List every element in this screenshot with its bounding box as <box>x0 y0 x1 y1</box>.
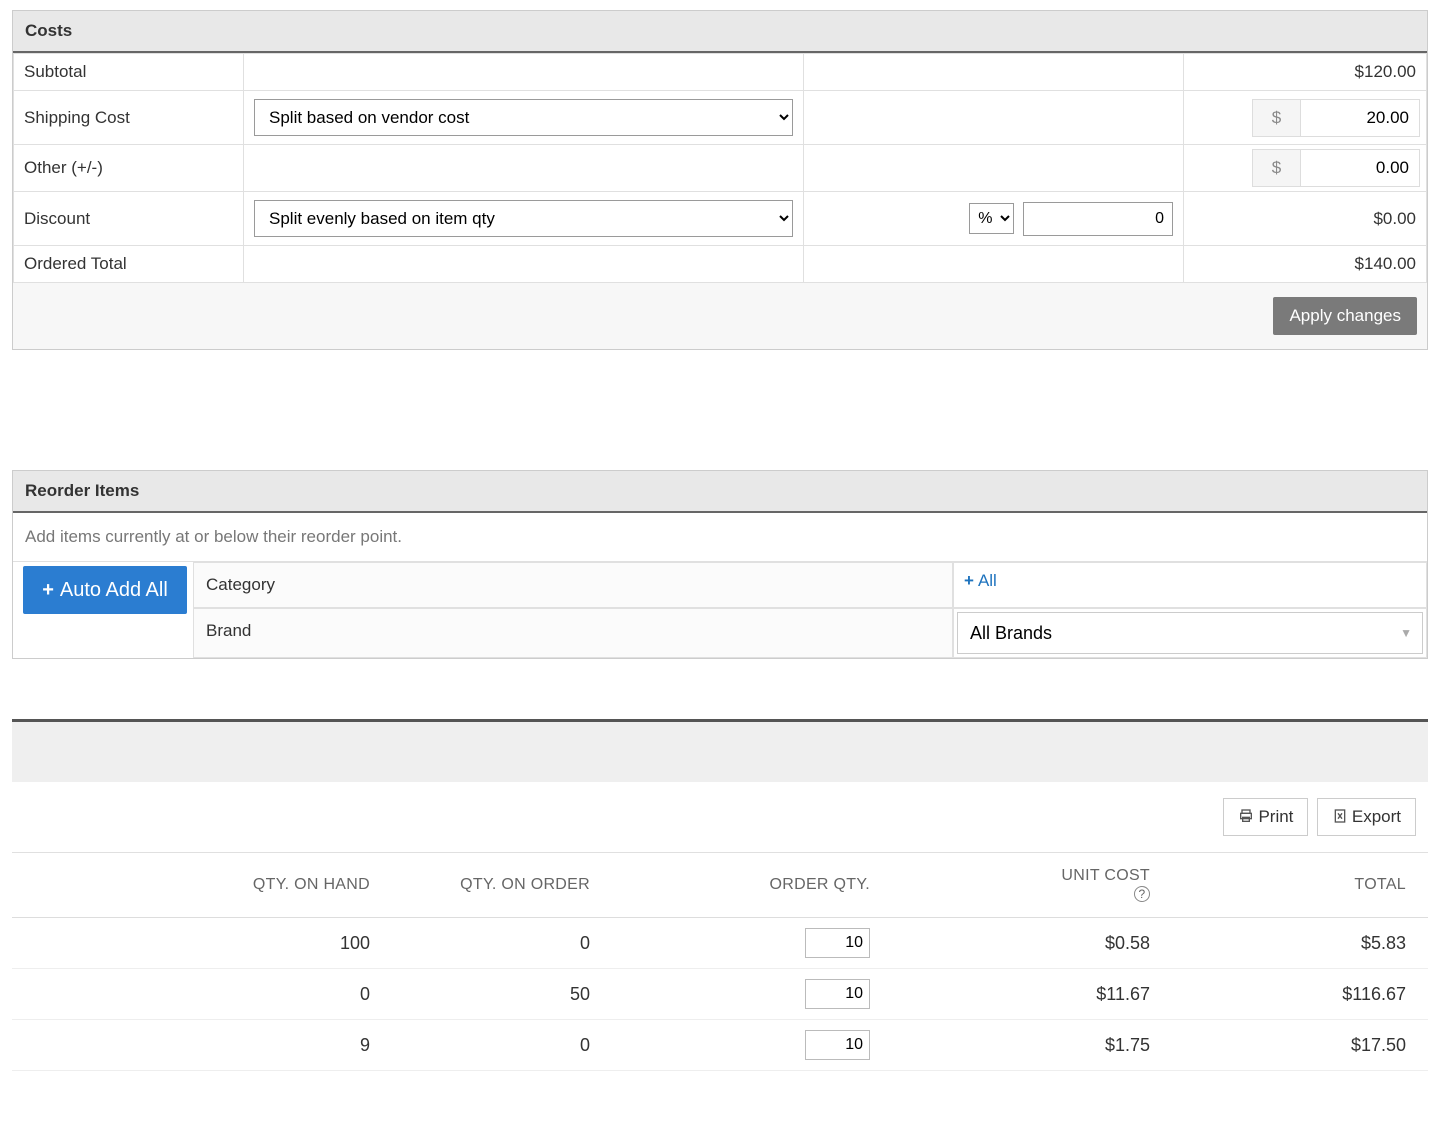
reorder-panel: Reorder Items Add items currently at or … <box>12 470 1428 659</box>
shipping-method-select[interactable]: Split based on vendor cost <box>254 99 793 136</box>
qty-on-order-cell: 0 <box>392 918 612 969</box>
total-cell: $5.83 <box>1172 918 1428 969</box>
unit-cost-cell: $1.75 <box>892 1020 1172 1071</box>
shipping-cost-input[interactable] <box>1300 99 1420 137</box>
table-row: 90 $1.75$17.50 <box>12 1020 1428 1071</box>
order-qty-cell <box>612 1020 892 1071</box>
unit-cost-cell: $0.58 <box>892 918 1172 969</box>
help-icon[interactable]: ? <box>1134 886 1150 902</box>
discount-unit-select[interactable]: % <box>969 203 1014 234</box>
discount-method-select[interactable]: Split evenly based on item qty <box>254 200 793 237</box>
items-table: QTY. ON HAND QTY. ON ORDER ORDER QTY. UN… <box>12 853 1428 1071</box>
apply-row: Apply changes <box>13 283 1427 349</box>
discount-row: Discount Split evenly based on item qty … <box>14 192 1427 246</box>
ordered-total-label: Ordered Total <box>14 246 244 283</box>
discount-amount-input[interactable] <box>1023 202 1173 236</box>
brand-select[interactable]: All Brands <box>957 612 1423 654</box>
table-row: 050 $11.67$116.67 <box>12 969 1428 1020</box>
col-total: TOTAL <box>1172 853 1428 918</box>
other-cost-input[interactable] <box>1300 149 1420 187</box>
discount-value: $0.00 <box>1184 192 1427 246</box>
category-all-text: All <box>978 571 997 590</box>
qty-on-hand-cell: 9 <box>12 1020 392 1071</box>
costs-panel: Costs Subtotal $120.00 Shipping Cost Spl… <box>12 10 1428 350</box>
currency-symbol: $ <box>1252 99 1300 137</box>
order-qty-cell <box>612 918 892 969</box>
auto-add-all-label: Auto Add All <box>60 579 168 602</box>
qty-on-order-cell: 0 <box>392 1020 612 1071</box>
unit-cost-cell: $11.67 <box>892 969 1172 1020</box>
qty-on-order-cell: 50 <box>392 969 612 1020</box>
print-button[interactable]: Print <box>1223 798 1308 836</box>
export-icon <box>1332 808 1348 824</box>
col-unit-cost: UNIT COST ? <box>892 853 1172 918</box>
reorder-header: Reorder Items <box>13 471 1427 513</box>
auto-add-all-button[interactable]: + Auto Add All <box>23 566 187 614</box>
category-all-link[interactable]: +All <box>964 571 997 590</box>
shipping-label: Shipping Cost <box>14 91 244 145</box>
export-label: Export <box>1352 807 1401 826</box>
toolbar-row: Print Export <box>12 782 1428 853</box>
col-qty-on-order: QTY. ON ORDER <box>392 853 612 918</box>
export-button[interactable]: Export <box>1317 798 1416 836</box>
other-label: Other (+/-) <box>14 145 244 192</box>
subtotal-value: $120.00 <box>1184 54 1427 91</box>
shipping-row: Shipping Cost Split based on vendor cost… <box>14 91 1427 145</box>
col-order-qty: ORDER QTY. <box>612 853 892 918</box>
plus-icon: + <box>964 571 974 590</box>
category-label: Category <box>193 562 953 608</box>
plus-icon: + <box>42 579 54 602</box>
reorder-hint: Add items currently at or below their re… <box>13 513 1427 562</box>
table-row: 1000 $0.58$5.83 <box>12 918 1428 969</box>
toolbar-gap <box>12 722 1428 782</box>
subtotal-label: Subtotal <box>14 54 244 91</box>
costs-table: Subtotal $120.00 Shipping Cost Split bas… <box>13 53 1427 283</box>
col-qty-on-hand: QTY. ON HAND <box>12 853 392 918</box>
order-qty-input[interactable] <box>805 979 870 1009</box>
apply-changes-button[interactable]: Apply changes <box>1273 297 1417 335</box>
brand-label: Brand <box>193 608 953 658</box>
print-label: Print <box>1258 807 1293 826</box>
reorder-grid: Category +All +Auto Add All Brand All Br… <box>13 562 1427 658</box>
currency-symbol: $ <box>1252 149 1300 187</box>
order-qty-input[interactable] <box>805 928 870 958</box>
subtotal-row: Subtotal $120.00 <box>14 54 1427 91</box>
qty-on-hand-cell: 0 <box>12 969 392 1020</box>
order-qty-input[interactable] <box>805 1030 870 1060</box>
qty-on-hand-cell: 100 <box>12 918 392 969</box>
other-row: Other (+/-) $ <box>14 145 1427 192</box>
total-cell: $17.50 <box>1172 1020 1428 1071</box>
costs-header: Costs <box>13 11 1427 53</box>
order-qty-cell <box>612 969 892 1020</box>
total-cell: $116.67 <box>1172 969 1428 1020</box>
ordered-total-value: $140.00 <box>1184 246 1427 283</box>
discount-label: Discount <box>14 192 244 246</box>
ordered-total-row: Ordered Total $140.00 <box>14 246 1427 283</box>
print-icon <box>1238 808 1254 824</box>
